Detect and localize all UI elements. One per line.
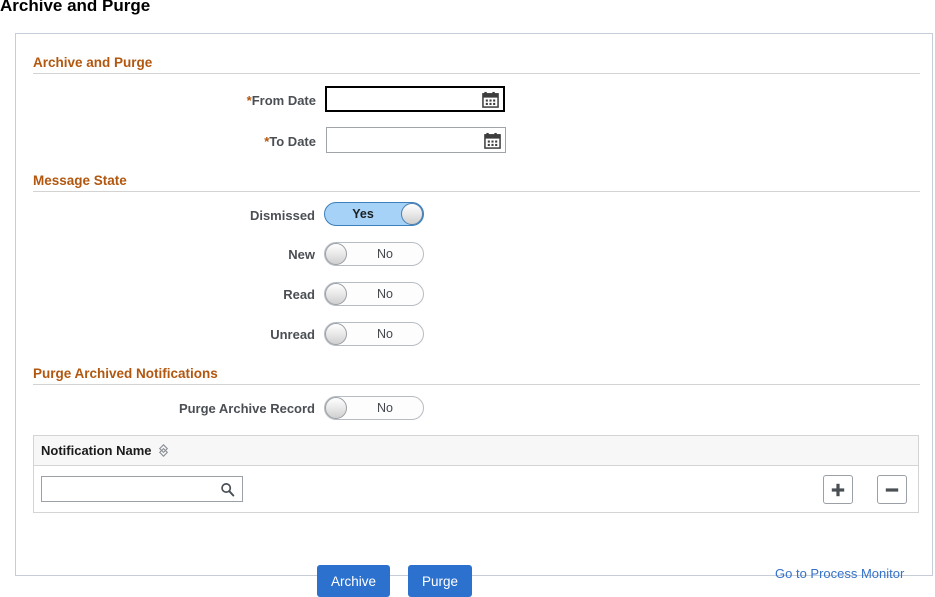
page-title: Archive and Purge <box>0 0 151 15</box>
section-divider-archive-and-purge <box>33 73 920 74</box>
to-date-input[interactable] <box>327 128 484 152</box>
section-heading-purge-archived-notifications: Purge Archived Notifications <box>33 366 218 381</box>
from-date-label: *From Date <box>136 93 316 108</box>
from-date-field[interactable] <box>325 86 505 112</box>
purge-archive-record-toggle-state: No <box>377 401 393 415</box>
purge-archive-record-label: Purge Archive Record <box>178 401 315 416</box>
unread-label: Unread <box>270 327 315 342</box>
go-to-process-monitor-link[interactable]: Go to Process Monitor <box>775 565 904 583</box>
grid-header-row: Notification Name <box>34 436 918 466</box>
calendar-icon[interactable] <box>482 91 499 108</box>
read-toggle[interactable]: No <box>324 282 424 306</box>
grid-data-row <box>34 466 918 512</box>
toggle-knob[interactable] <box>325 243 347 265</box>
read-label: Read <box>283 287 315 302</box>
notification-name-search-field[interactable] <box>41 476 243 502</box>
toggle-knob[interactable] <box>325 397 347 419</box>
plus-icon <box>831 483 845 496</box>
to-date-field[interactable] <box>326 127 506 153</box>
toggle-knob[interactable] <box>325 323 347 345</box>
archive-and-purge-panel: Archive and Purge *From Date *To Date Me… <box>15 33 933 597</box>
search-icon[interactable] <box>220 482 235 497</box>
section-heading-archive-and-purge: Archive and Purge <box>33 55 153 70</box>
notification-name-search-input[interactable] <box>42 477 220 501</box>
calendar-icon[interactable] <box>484 132 501 149</box>
purge-archive-record-toggle[interactable]: No <box>324 396 424 420</box>
sort-updown-icon[interactable] <box>158 444 169 457</box>
new-toggle[interactable]: No <box>324 242 424 266</box>
to-date-label: *To Date <box>136 134 316 149</box>
from-date-input[interactable] <box>327 88 482 110</box>
to-date-label-text: To Date <box>269 134 316 149</box>
toggle-knob[interactable] <box>401 203 423 225</box>
from-date-label-text: From Date <box>251 93 316 108</box>
delete-row-button[interactable] <box>877 475 907 504</box>
dismissed-toggle[interactable]: Yes <box>324 202 424 226</box>
new-toggle-state: No <box>377 247 393 261</box>
purge-button[interactable]: Purge <box>408 565 473 597</box>
section-heading-message-state: Message State <box>33 173 127 188</box>
notification-name-grid: Notification Name <box>33 435 919 513</box>
unread-toggle[interactable]: No <box>324 322 424 346</box>
column-header-notification-name[interactable]: Notification Name <box>41 443 152 458</box>
read-toggle-state: No <box>377 287 393 301</box>
section-divider-message-state <box>33 191 920 192</box>
archive-button[interactable]: Archive <box>317 565 391 597</box>
dismissed-toggle-state: Yes <box>352 207 374 221</box>
minus-icon <box>885 487 899 492</box>
add-row-button[interactable] <box>823 475 853 504</box>
section-divider-purge-archived-notifications <box>33 384 920 385</box>
toggle-knob[interactable] <box>325 283 347 305</box>
dismissed-label: Dismissed <box>249 208 315 223</box>
unread-toggle-state: No <box>377 327 393 341</box>
new-label: New <box>288 247 315 262</box>
